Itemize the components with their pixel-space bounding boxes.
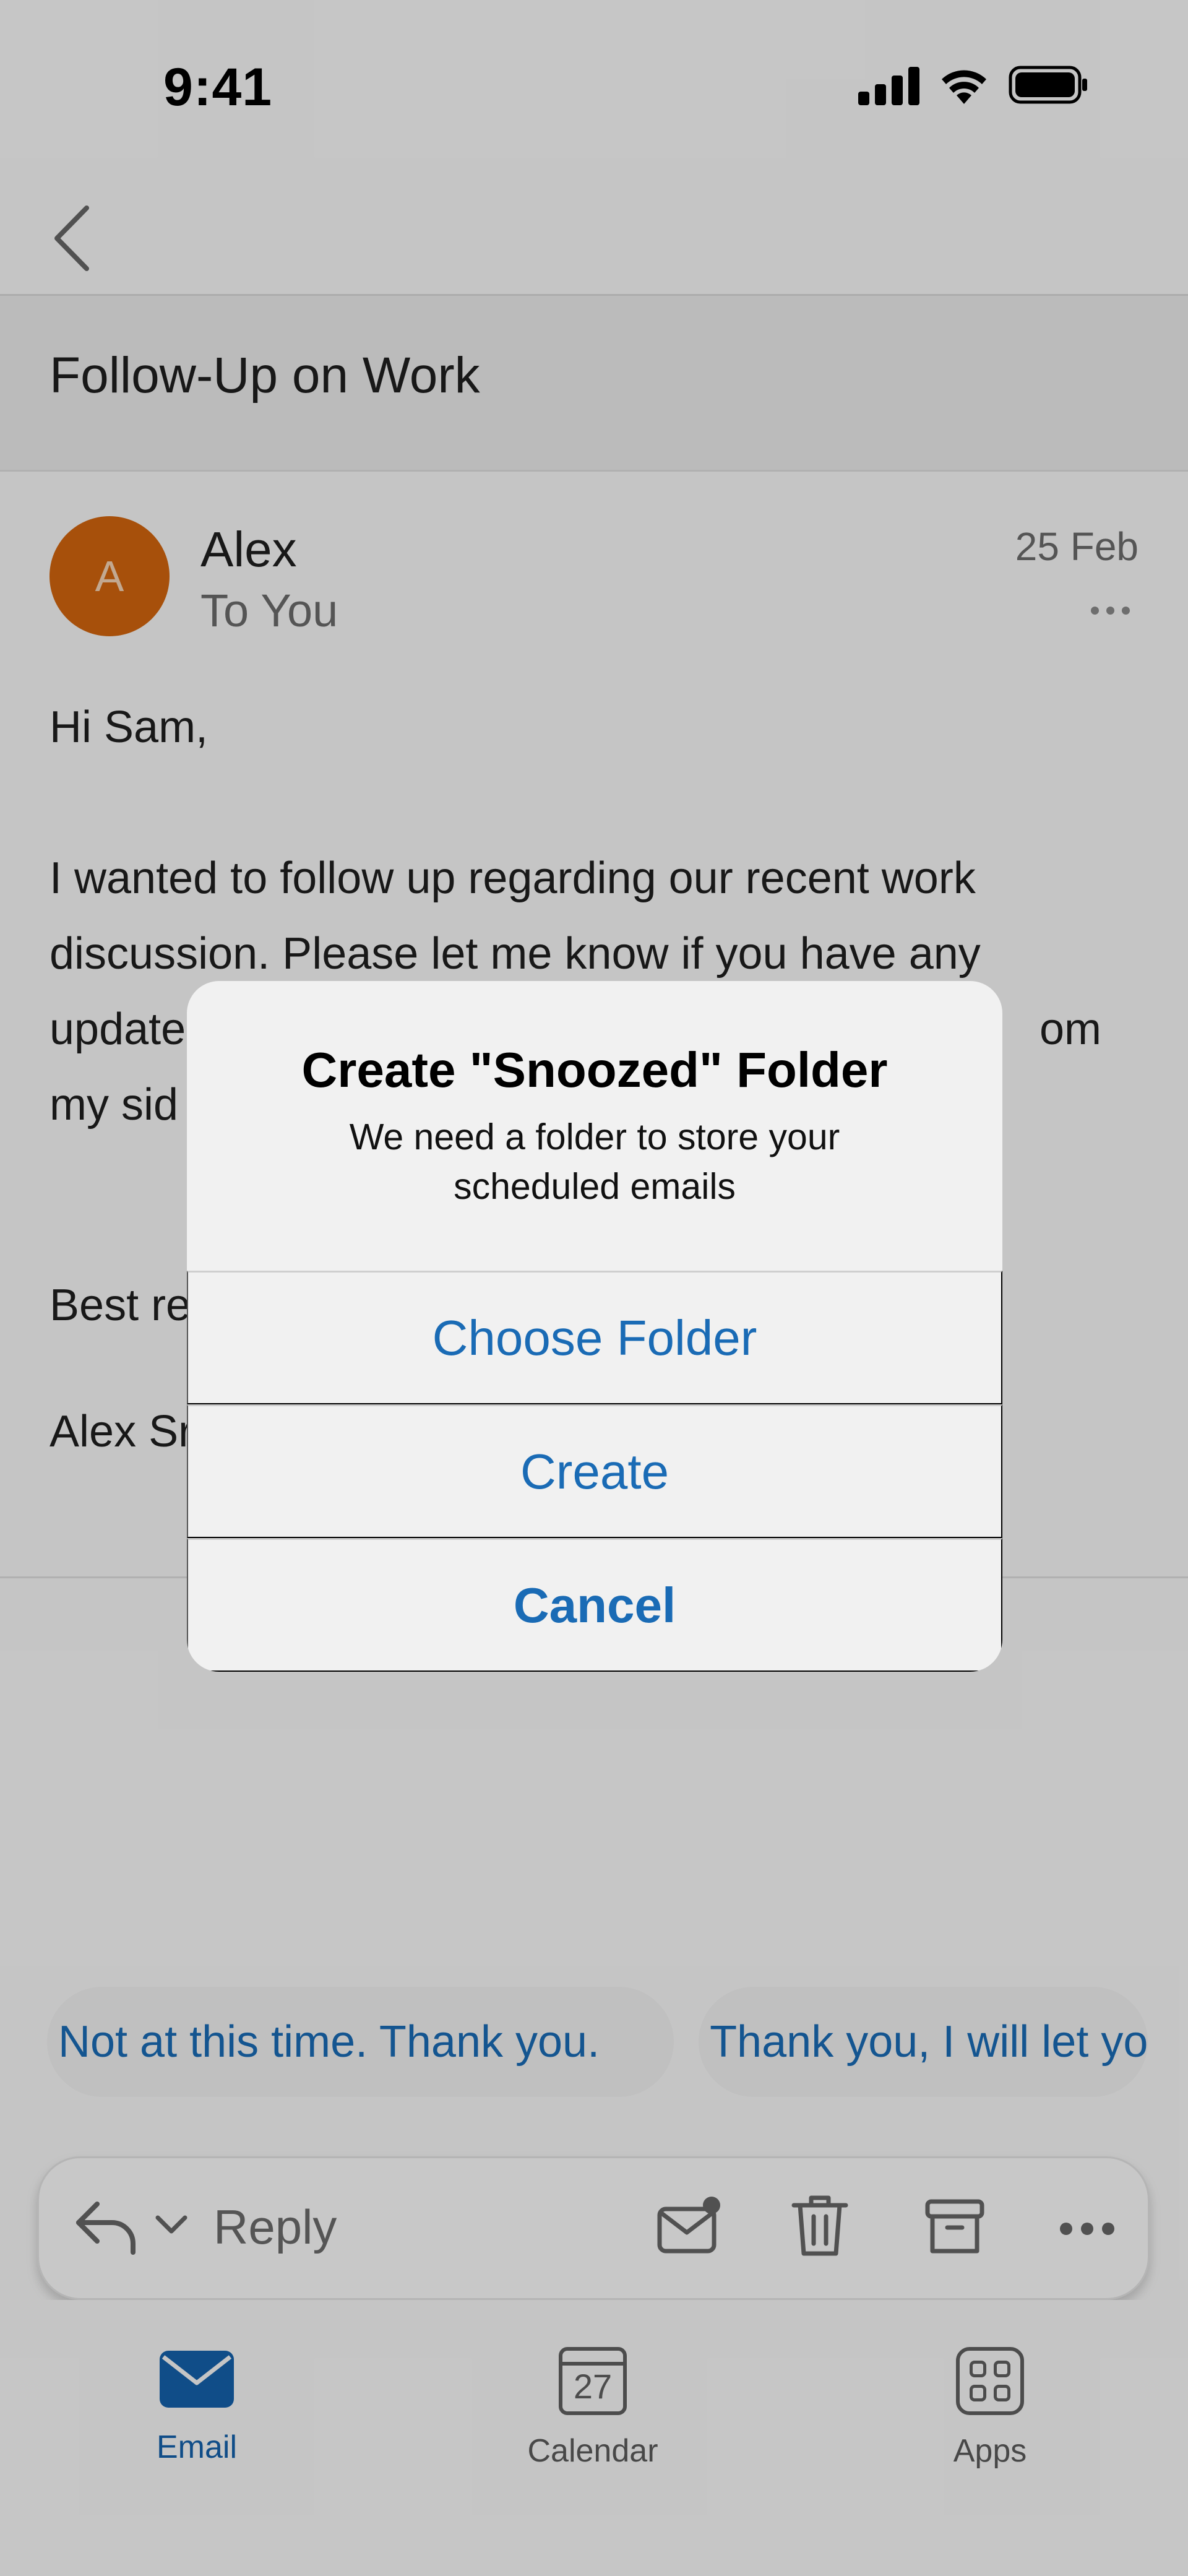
alert-dialog: Create "Snoozed" Folder We need a folder… (187, 981, 1002, 1672)
alert-message: We need a folder to store your scheduled… (349, 1117, 840, 1207)
create-button[interactable]: Create (187, 1404, 1002, 1538)
alert-title: Create "Snoozed" Folder (301, 1042, 888, 1097)
cancel-button[interactable]: Cancel (187, 1538, 1002, 1672)
choose-folder-button[interactable]: Choose Folder (187, 1271, 1002, 1404)
